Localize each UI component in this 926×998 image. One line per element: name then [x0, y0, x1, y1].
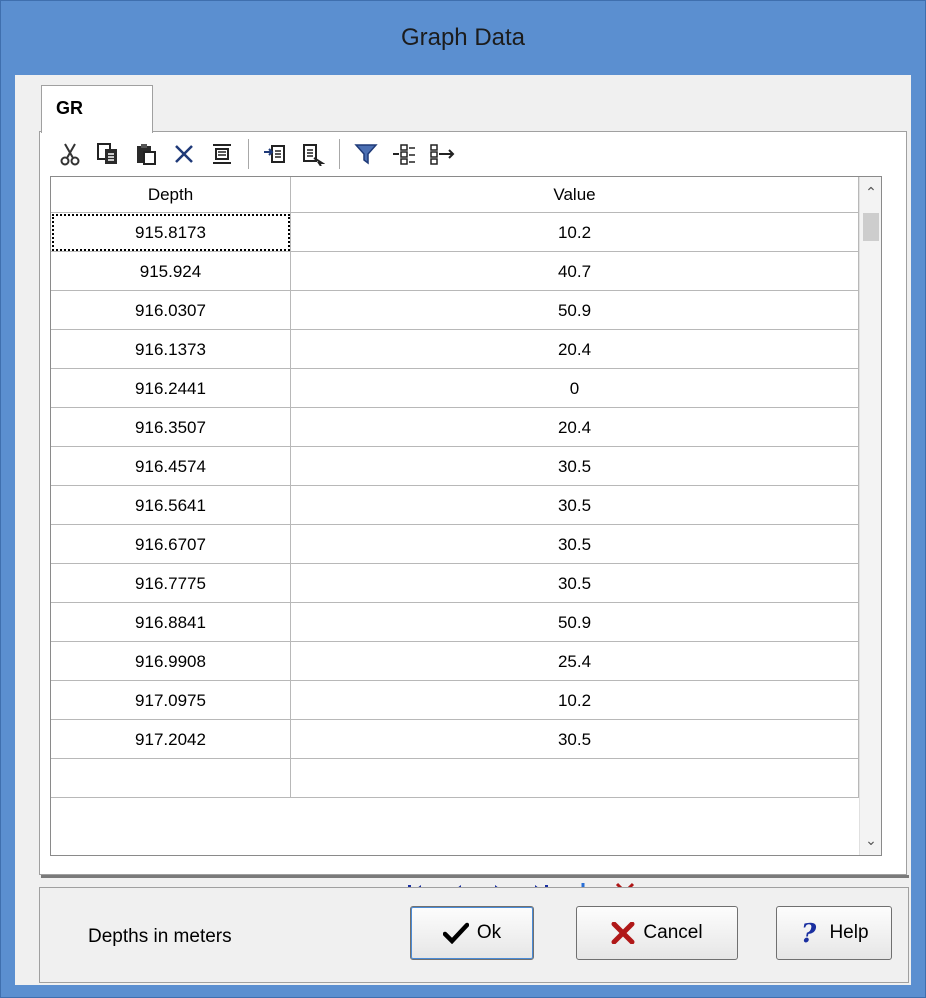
depth-cell: [51, 759, 291, 798]
scroll-thumb[interactable]: [863, 213, 879, 241]
table-row[interactable]: 916.3507 20.4: [51, 408, 859, 447]
table-row[interactable]: 916.0307 50.9: [51, 291, 859, 330]
tab-gr-label: GR: [56, 98, 83, 118]
toolbar-separator: [339, 139, 340, 169]
scroll-down-icon[interactable]: ⌄: [860, 825, 881, 855]
value-cell[interactable]: 30.5: [291, 486, 859, 525]
table-row[interactable]: 915.8173 10.2: [51, 213, 859, 252]
delete-icon[interactable]: [168, 138, 200, 170]
depth-cell[interactable]: 917.2042: [51, 720, 291, 759]
export-icon[interactable]: [297, 138, 329, 170]
question-mark-icon: ?: [801, 920, 817, 946]
import-icon[interactable]: [259, 138, 291, 170]
grid-body: 915.8173 10.2 915.924 40.7 916.0307 50.9 916.1…: [51, 213, 859, 798]
depth-cell[interactable]: 916.3507: [51, 408, 291, 447]
help-button[interactable]: ? Help: [776, 906, 892, 960]
value-cell[interactable]: 10.2: [291, 681, 859, 720]
value-cell: [291, 759, 859, 798]
depth-cell[interactable]: 916.9908: [51, 642, 291, 681]
vertical-scrollbar[interactable]: ⌃ ⌄: [859, 177, 881, 855]
depth-cell[interactable]: 916.1373: [51, 330, 291, 369]
depth-cell[interactable]: 916.8841: [51, 603, 291, 642]
value-cell[interactable]: 30.5: [291, 564, 859, 603]
cut-icon[interactable]: [54, 138, 86, 170]
table-row[interactable]: 916.2441 0: [51, 369, 859, 408]
value-cell[interactable]: 10.2: [291, 213, 859, 252]
checkmark-icon: [442, 922, 469, 944]
value-cell[interactable]: 30.5: [291, 447, 859, 486]
tab-panel: Depth Value 915.8173 10.2 915.924 40.7 916.0…: [39, 131, 907, 902]
depth-cell[interactable]: 916.0307: [51, 291, 291, 330]
ok-button-label: Ok: [476, 922, 502, 943]
units-note: Depths in meters: [88, 926, 232, 947]
table-row[interactable]: 917.2042 30.5: [51, 720, 859, 759]
grid-header: Depth Value: [51, 177, 859, 213]
tab-gr[interactable]: GR: [41, 85, 153, 133]
ok-button[interactable]: Ok: [410, 906, 534, 960]
data-grid[interactable]: Depth Value 915.8173 10.2 915.924 40.7 916.0…: [50, 176, 882, 856]
depth-cell[interactable]: 917.0975: [51, 681, 291, 720]
filter-icon[interactable]: [350, 138, 382, 170]
cancel-x-icon: [611, 922, 635, 944]
cancel-button[interactable]: Cancel: [576, 906, 738, 960]
select-all-icon[interactable]: [206, 138, 238, 170]
column-header-depth[interactable]: Depth: [51, 177, 291, 213]
value-cell[interactable]: 30.5: [291, 720, 859, 759]
table-row[interactable]: 916.9908 25.4: [51, 642, 859, 681]
title-bar[interactable]: Graph Data: [1, 1, 925, 75]
table-row[interactable]: 916.1373 20.4: [51, 330, 859, 369]
value-cell[interactable]: 20.4: [291, 408, 859, 447]
column-header-value[interactable]: Value: [291, 177, 859, 213]
copy-icon[interactable]: [92, 138, 124, 170]
expand-icon[interactable]: [388, 138, 420, 170]
window-title: Graph Data: [400, 24, 526, 51]
value-cell[interactable]: 25.4: [291, 642, 859, 681]
panel-shadow: [41, 875, 909, 878]
dialog-client-area: GR Depth Value 915.8173 10.2 915.924 40.…: [15, 75, 911, 985]
collapse-icon[interactable]: [426, 138, 458, 170]
value-cell[interactable]: 50.9: [291, 291, 859, 330]
table-row[interactable]: 916.8841 50.9: [51, 603, 859, 642]
svg-text:?: ?: [801, 920, 817, 946]
value-cell[interactable]: 50.9: [291, 603, 859, 642]
scroll-up-icon[interactable]: ⌃: [860, 177, 881, 207]
depth-cell[interactable]: 915.924: [51, 252, 291, 291]
depth-cell[interactable]: 916.5641: [51, 486, 291, 525]
table-row[interactable]: 915.924 40.7: [51, 252, 859, 291]
table-row[interactable]: 916.4574 30.5: [51, 447, 859, 486]
value-cell[interactable]: 30.5: [291, 525, 859, 564]
toolbar-separator: [248, 139, 249, 169]
depth-cell[interactable]: 916.2441: [51, 369, 291, 408]
value-cell[interactable]: 20.4: [291, 330, 859, 369]
table-row[interactable]: 916.6707 30.5: [51, 525, 859, 564]
help-button-label: Help: [829, 922, 869, 943]
depth-cell[interactable]: 916.6707: [51, 525, 291, 564]
table-row[interactable]: 916.7775 30.5: [51, 564, 859, 603]
value-cell[interactable]: 40.7: [291, 252, 859, 291]
grid-toolbar: [54, 136, 458, 172]
depth-cell[interactable]: 915.8173: [51, 213, 291, 252]
value-cell[interactable]: 0: [291, 369, 859, 408]
paste-icon[interactable]: [130, 138, 162, 170]
table-row[interactable]: 916.5641 30.5: [51, 486, 859, 525]
dialog-window: Graph Data GR Depth Value 915.8173 10.2 …: [0, 0, 926, 998]
footer-panel: Depths in meters Ok Cancel ? Help: [39, 887, 909, 983]
table-row[interactable]: 917.0975 10.2: [51, 681, 859, 720]
table-row-partial: [51, 759, 859, 798]
depth-cell[interactable]: 916.7775: [51, 564, 291, 603]
cancel-button-label: Cancel: [643, 922, 703, 943]
depth-cell[interactable]: 916.4574: [51, 447, 291, 486]
